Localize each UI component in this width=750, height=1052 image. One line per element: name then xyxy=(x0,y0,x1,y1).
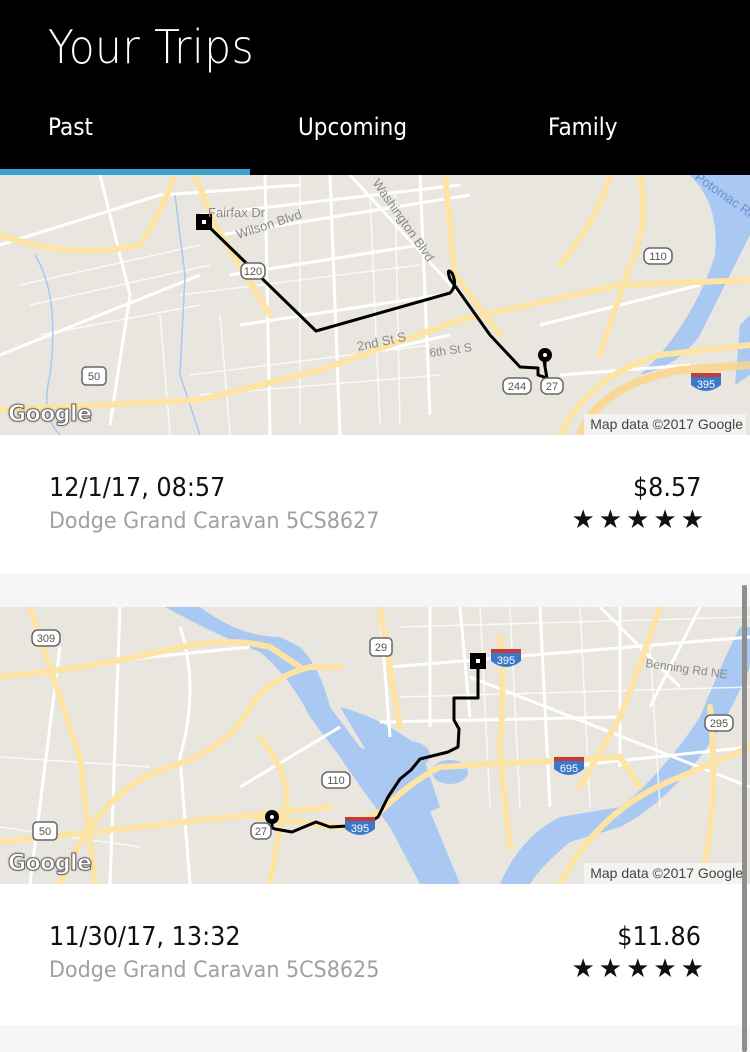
trip-route-map: Fairfax Dr Wilson Blvd Washington Blvd 2… xyxy=(0,175,750,435)
star-icon: ★ xyxy=(598,505,623,535)
trip-datetime: 11/30/17, 13:32 xyxy=(49,922,241,952)
svg-text:29: 29 xyxy=(375,642,387,654)
trip-vehicle: Dodge Grand Caravan 5CS8625 xyxy=(49,958,380,983)
tab-family[interactable]: Family xyxy=(548,113,618,141)
star-icon: ★ xyxy=(626,954,650,984)
scrollbar[interactable] xyxy=(742,585,747,1052)
star-icon: ★ xyxy=(598,954,623,984)
star-icon: ★ xyxy=(680,505,704,535)
svg-text:27: 27 xyxy=(255,826,267,838)
star-icon: ★ xyxy=(653,954,677,984)
star-icon: ★ xyxy=(626,505,650,535)
star-icon: ★ xyxy=(571,505,595,535)
star-icon: ★ xyxy=(571,954,595,984)
map-attribution: Map data ©2017 Google xyxy=(584,863,746,884)
trip-card[interactable]: Benning Rd NE 309 29 395 295 110 50 27 3… xyxy=(0,607,750,1025)
trip-rating: ★ ★ ★ ★ ★ xyxy=(571,956,704,982)
svg-text:110: 110 xyxy=(327,775,345,787)
star-icon: ★ xyxy=(653,505,677,535)
trip-price: $8.57 xyxy=(632,473,701,503)
map-graphic: Benning Rd NE 309 29 395 295 110 50 27 3… xyxy=(0,607,750,884)
page-title: Your Trips xyxy=(48,20,255,74)
svg-text:110: 110 xyxy=(649,251,667,263)
svg-text:395: 395 xyxy=(697,379,715,391)
tab-past[interactable]: Past xyxy=(48,113,93,141)
svg-text:395: 395 xyxy=(351,823,369,835)
svg-text:50: 50 xyxy=(39,826,51,838)
svg-text:50: 50 xyxy=(88,371,100,383)
svg-text:309: 309 xyxy=(37,633,55,645)
google-logo: Google xyxy=(8,402,93,428)
svg-text:395: 395 xyxy=(497,655,515,667)
trip-card[interactable]: Fairfax Dr Wilson Blvd Washington Blvd 2… xyxy=(0,175,750,574)
tab-upcoming[interactable]: Upcoming xyxy=(298,113,407,141)
trip-rating: ★ ★ ★ ★ ★ xyxy=(571,507,704,533)
header: Your Trips Past Upcoming Family xyxy=(0,0,750,175)
trip-vehicle: Dodge Grand Caravan 5CS8627 xyxy=(49,509,380,534)
svg-text:120: 120 xyxy=(244,266,262,278)
svg-text:695: 695 xyxy=(560,763,578,775)
google-logo: Google xyxy=(8,851,93,877)
trip-route-map: Benning Rd NE 309 29 395 295 110 50 27 3… xyxy=(0,607,750,884)
tab-bar: Past Upcoming Family xyxy=(0,105,750,175)
trip-details: 12/1/17, 08:57 Dodge Grand Caravan 5CS86… xyxy=(0,435,750,574)
svg-text:244: 244 xyxy=(508,381,526,393)
trip-price: $11.86 xyxy=(617,922,701,952)
svg-text:295: 295 xyxy=(710,718,728,730)
trip-datetime: 12/1/17, 08:57 xyxy=(49,473,226,503)
trip-details: 11/30/17, 13:32 Dodge Grand Caravan 5CS8… xyxy=(0,884,750,1025)
star-icon: ★ xyxy=(680,954,704,984)
svg-text:27: 27 xyxy=(546,381,558,393)
trip-list[interactable]: Fairfax Dr Wilson Blvd Washington Blvd 2… xyxy=(0,175,750,1052)
map-attribution: Map data ©2017 Google xyxy=(584,414,746,435)
map-graphic: Fairfax Dr Wilson Blvd Washington Blvd 2… xyxy=(0,175,750,435)
svg-text:Fairfax Dr: Fairfax Dr xyxy=(208,205,266,220)
